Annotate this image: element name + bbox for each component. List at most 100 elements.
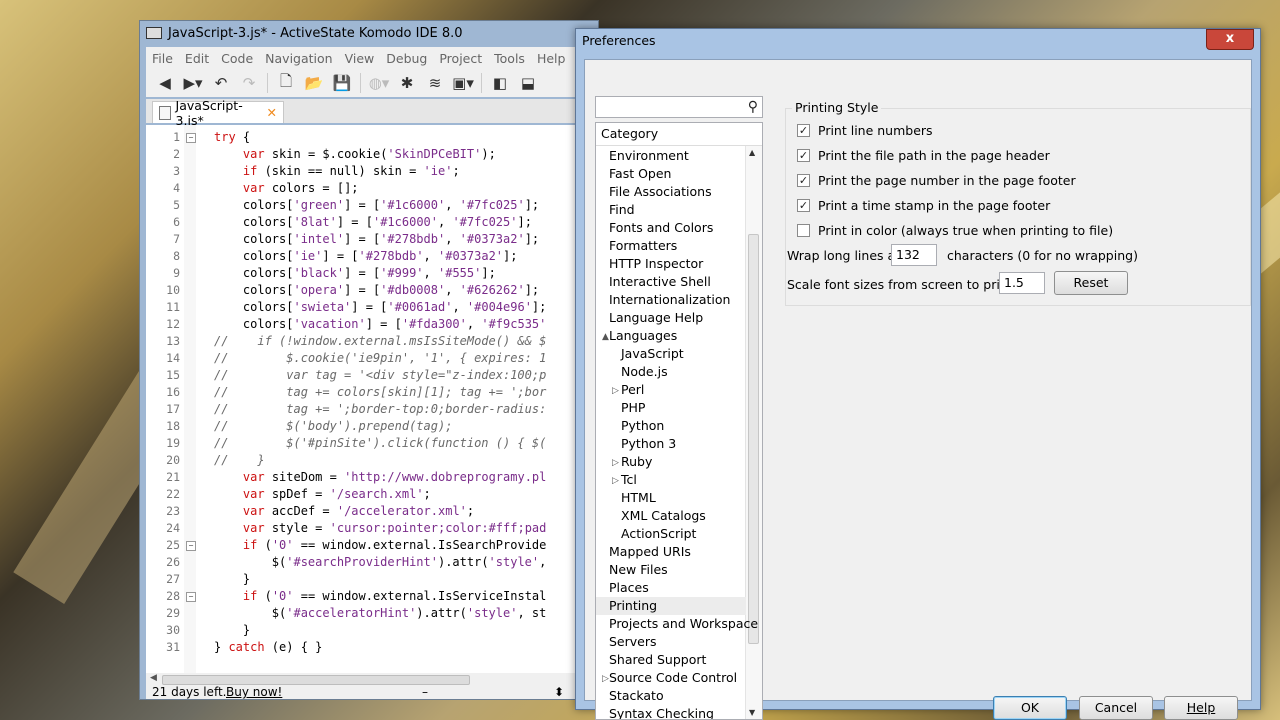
bottom-pane-icon[interactable]: ⬓ [515, 72, 541, 94]
code-line[interactable]: 17 // tag += ';border-top:0;border-radius… [146, 401, 598, 418]
collapsed-twisty-icon[interactable]: ▷ [612, 382, 619, 400]
category-python[interactable]: Python [596, 417, 746, 435]
code-line[interactable]: 23 var accDef = '/accelerator.xml'; [146, 503, 598, 520]
code-line[interactable]: 26 $('#searchProviderHint').attr('style'… [146, 554, 598, 571]
print-line-numbers-checkbox[interactable]: ✓ Print line numbers [797, 123, 933, 138]
menu-project[interactable]: Project [433, 51, 488, 66]
browser-preview-icon[interactable]: ◍▾ [366, 72, 392, 94]
category-ruby[interactable]: ▷ Ruby [596, 453, 746, 471]
category-xml-catalogs[interactable]: XML Catalogs [596, 507, 746, 525]
checked-icon[interactable]: ✓ [797, 174, 810, 187]
code-line[interactable]: 10 colors['opera'] = ['#db0008', '#62626… [146, 282, 598, 299]
category-languages[interactable]: ▲ Languages [596, 327, 746, 345]
code-line[interactable]: 4 var colors = []; [146, 180, 598, 197]
macro-icon[interactable]: ✱ [394, 72, 420, 94]
code-line[interactable]: 14 // $.cookie('ie9pin', '1', { expires: … [146, 350, 598, 367]
code-line[interactable]: 24 var style = 'cursor:pointer;color:#ff… [146, 520, 598, 537]
format-icon[interactable]: ≋ [422, 72, 448, 94]
forward-icon[interactable]: ▶▾ [180, 72, 206, 94]
menu-code[interactable]: Code [215, 51, 259, 66]
category-javascript[interactable]: JavaScript [596, 345, 746, 363]
code-line[interactable]: 20 // } [146, 452, 598, 469]
code-line[interactable]: 3 if (skin == null) skin = 'ie'; [146, 163, 598, 180]
code-editor[interactable]: 1 try {−2 var skin = $.cookie('SkinDPCeBI… [146, 125, 598, 673]
back-icon[interactable]: ◀ [152, 72, 178, 94]
menu-edit[interactable]: Edit [179, 51, 215, 66]
menu-file[interactable]: File [146, 51, 179, 66]
reset-button[interactable]: Reset [1054, 271, 1128, 295]
checked-icon[interactable]: ✓ [797, 199, 810, 212]
menu-help[interactable]: Help [531, 51, 572, 66]
cancel-button[interactable]: Cancel [1079, 696, 1153, 720]
category-php[interactable]: PHP [596, 399, 746, 417]
collapsed-twisty-icon[interactable]: ▷ [612, 454, 619, 472]
category-projects-and-workspace[interactable]: Projects and Workspace [596, 615, 758, 633]
category-stackato[interactable]: Stackato [596, 687, 746, 705]
open-folder-icon[interactable]: 📂 [301, 72, 327, 94]
unchecked-box[interactable] [797, 224, 810, 237]
code-line[interactable]: 31} catch (e) { } [146, 639, 598, 656]
checked-icon[interactable]: ✓ [797, 149, 810, 162]
code-line[interactable]: 18 // $('body').prepend(tag); [146, 418, 598, 435]
close-dialog-button[interactable]: x [1206, 29, 1254, 50]
menu-navigation[interactable]: Navigation [259, 51, 338, 66]
category-printing[interactable]: Printing [596, 597, 746, 615]
status-updown-icon[interactable]: ⬍ [554, 685, 564, 699]
code-line[interactable]: 12 colors['vacation'] = ['#fda300', '#f9… [146, 316, 598, 333]
category-perl[interactable]: ▷ Perl [596, 381, 746, 399]
new-file-icon[interactable]: 🗋 [273, 72, 299, 94]
code-line[interactable]: 22 var spDef = '/search.xml'; [146, 486, 598, 503]
wrap-width-input[interactable]: 132 [891, 244, 937, 266]
buy-now-link[interactable]: Buy now! [226, 685, 282, 699]
menu-debug[interactable]: Debug [380, 51, 433, 66]
tab-javascript-3[interactable]: JavaScript-3.js* ✕ [152, 98, 284, 128]
left-pane-icon[interactable]: ◧ [487, 72, 513, 94]
category-tcl[interactable]: ▷ Tcl [596, 471, 746, 489]
code-line[interactable]: 19 // $('#pinSite').click(function () { $… [146, 435, 598, 452]
fold-toggle-icon[interactable]: − [186, 133, 196, 143]
code-line[interactable]: 27 } [146, 571, 598, 588]
collapsed-twisty-icon[interactable]: ▷ [612, 472, 619, 490]
category-formatters[interactable]: Formatters [596, 237, 746, 255]
menu-view[interactable]: View [339, 51, 381, 66]
code-line[interactable]: 11 colors['swieta'] = ['#0061ad', '#004e… [146, 299, 598, 316]
category-fonts-and-colors[interactable]: Fonts and Colors [596, 219, 746, 237]
scroll-down-icon[interactable]: ▼ [749, 708, 755, 717]
horizontal-scroll-thumb[interactable] [162, 675, 470, 685]
menu-tools[interactable]: Tools [488, 51, 531, 66]
category-html[interactable]: HTML [596, 489, 746, 507]
category-node-js[interactable]: Node.js [596, 363, 746, 381]
category-shared-support[interactable]: Shared Support [596, 651, 746, 669]
code-line[interactable]: 1 try {− [146, 129, 598, 146]
print-page-number-checkbox[interactable]: ✓ Print the page number in the page foote… [797, 173, 1076, 188]
category-python-3[interactable]: Python 3 [596, 435, 746, 453]
category-scrollbar[interactable]: ▲ ▼ [745, 146, 762, 719]
category-find[interactable]: Find [596, 201, 746, 219]
code-line[interactable]: 15 // var tag = '<div style="z-index:100;… [146, 367, 598, 384]
category-internationalization[interactable]: Internationalization [596, 291, 746, 309]
ok-button[interactable]: OK [993, 696, 1067, 720]
category-new-files[interactable]: New Files [596, 561, 746, 579]
category-http-inspector[interactable]: HTTP Inspector [596, 255, 746, 273]
category-interactive-shell[interactable]: Interactive Shell [596, 273, 746, 291]
checked-icon[interactable]: ✓ [797, 124, 810, 137]
category-syntax-checking[interactable]: Syntax Checking [596, 705, 746, 719]
category-environment[interactable]: Environment [596, 147, 746, 165]
category-search-input[interactable]: ⚲ [595, 96, 763, 118]
category-scroll-thumb[interactable] [748, 234, 759, 644]
code-line[interactable]: 8 colors['ie'] = ['#278bdb', '#0373a2']; [146, 248, 598, 265]
code-line[interactable]: 5 colors['green'] = ['#1c6000', '#7fc025… [146, 197, 598, 214]
fold-toggle-icon[interactable]: − [186, 541, 196, 551]
undo-icon[interactable]: ↶ [208, 72, 234, 94]
scale-input[interactable]: 1.5 [999, 272, 1045, 294]
code-line[interactable]: 7 colors['intel'] = ['#278bdb', '#0373a2… [146, 231, 598, 248]
scroll-up-icon[interactable]: ▲ [749, 148, 755, 157]
help-button[interactable]: Help [1164, 696, 1238, 720]
category-source-code-control[interactable]: ▷ Source Code Control [596, 669, 746, 687]
category-servers[interactable]: Servers [596, 633, 746, 651]
print-in-color-checkbox[interactable]: Print in color (always true when printin… [797, 223, 1113, 238]
print-file-path-checkbox[interactable]: ✓ Print the file path in the page header [797, 148, 1050, 163]
code-line[interactable]: 25 if ('0' == window.external.IsSearchPr… [146, 537, 598, 554]
save-icon[interactable]: 💾 [329, 72, 355, 94]
code-line[interactable]: 9 colors['black'] = ['#999', '#555']; [146, 265, 598, 282]
